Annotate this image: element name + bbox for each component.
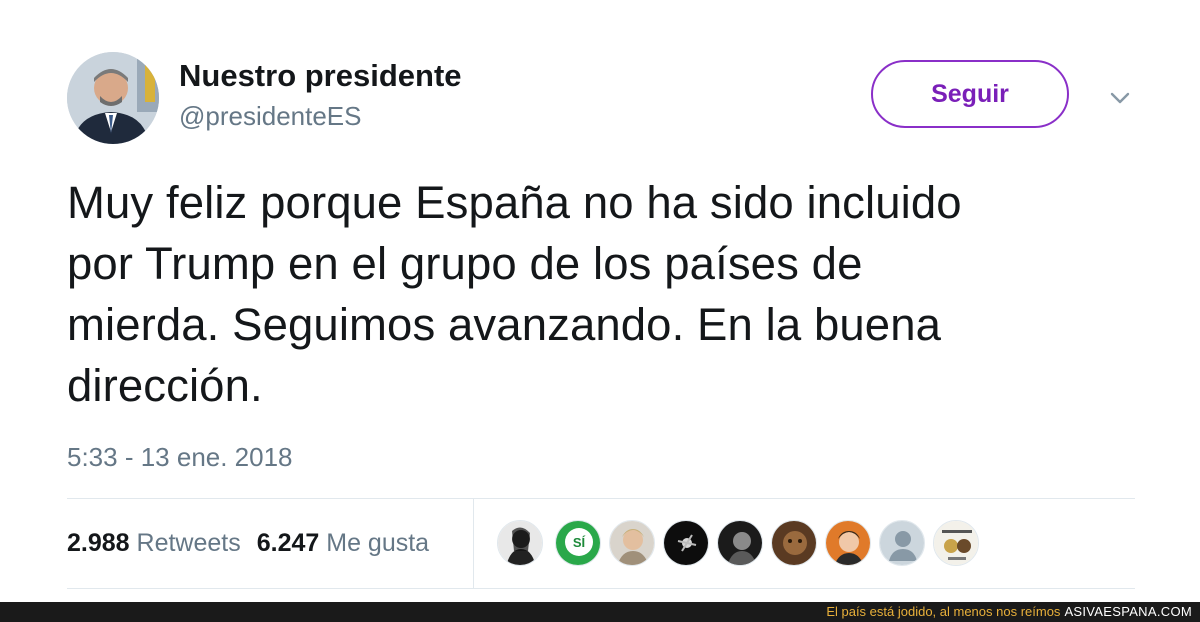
footer-slogan: El país está jodido, al menos nos reímos xyxy=(826,604,1061,619)
tweet-text-line: por Trump en el grupo de los países de xyxy=(67,238,863,289)
tweet-timestamp[interactable]: 5:33 - 13 ene. 2018 xyxy=(67,442,293,473)
retweets-label: Retweets xyxy=(136,529,241,557)
tweet-card: Nuestro presidente @presidenteES Seguir … xyxy=(0,0,1200,602)
liker-badge-text: SÍ xyxy=(573,535,586,550)
divider xyxy=(67,588,1135,589)
divider xyxy=(67,498,1135,499)
retweets-stat[interactable]: 2.988 Retweets xyxy=(67,529,241,557)
tweet-text-line: Muy feliz porque España no ha sido inclu… xyxy=(67,177,962,228)
liker-avatar[interactable] xyxy=(933,520,979,566)
liker-avatar[interactable] xyxy=(771,520,817,566)
liker-avatar[interactable] xyxy=(825,520,871,566)
liker-avatar[interactable] xyxy=(717,520,763,566)
display-name[interactable]: Nuestro presidente xyxy=(179,58,462,94)
liker-avatar[interactable] xyxy=(879,520,925,566)
footer-brand: ASIVAESPANA.COM xyxy=(1064,604,1192,619)
chevron-down-icon[interactable] xyxy=(1106,86,1134,110)
follow-button[interactable]: Seguir xyxy=(871,60,1069,128)
author-avatar[interactable] xyxy=(67,52,159,144)
retweets-count: 2.988 xyxy=(67,529,130,557)
liker-avatar[interactable] xyxy=(609,520,655,566)
liker-avatar[interactable] xyxy=(663,520,709,566)
liker-avatar[interactable]: SÍ xyxy=(555,520,601,566)
likes-stat[interactable]: 6.247 Me gusta xyxy=(257,529,429,557)
tweet-text-line: mierda. Seguimos avanzando. En la buena xyxy=(67,299,942,350)
tweet-stats: 2.988 Retweets 6.247 Me gusta xyxy=(67,529,429,558)
likes-label: Me gusta xyxy=(326,529,430,557)
stats-divider xyxy=(473,498,474,588)
watermark-footer: El país está jodido, al menos nos reímos… xyxy=(0,602,1200,622)
tweet-text-line: dirección. xyxy=(67,360,263,411)
tweet-text: Muy feliz porque España no ha sido inclu… xyxy=(67,172,1157,416)
likes-count: 6.247 xyxy=(256,529,320,557)
liker-avatar[interactable] xyxy=(497,520,543,566)
user-handle[interactable]: @presidenteES xyxy=(179,101,362,132)
